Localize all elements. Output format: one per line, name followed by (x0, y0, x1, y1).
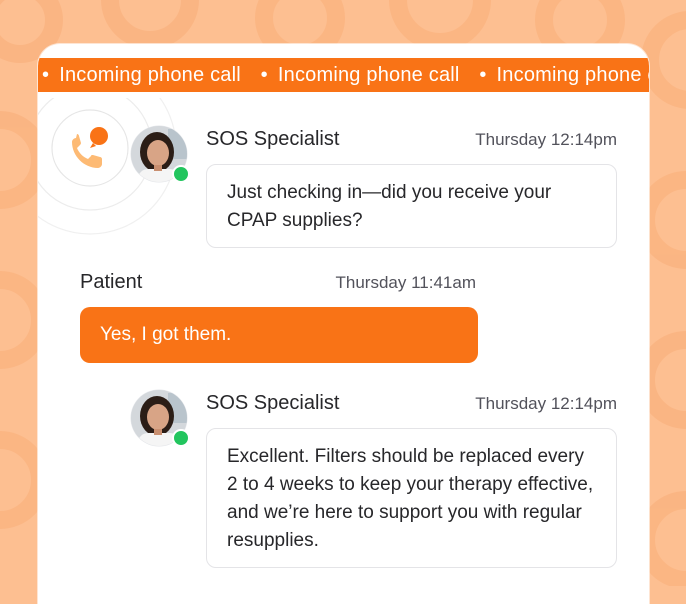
online-status-dot (172, 165, 190, 183)
message-bubble: Just checking in—did you receive your CP… (206, 164, 617, 248)
message-time: Thursday 12:14pm (475, 394, 617, 413)
message-bubble: Yes, I got them. (80, 307, 478, 363)
sender-name: Patient (80, 271, 143, 293)
ticker-text: Incoming phone call (59, 64, 241, 86)
sender-name: SOS Specialist (206, 128, 340, 150)
chat-card: • Incoming phone call • Incoming phone cal… (38, 44, 649, 604)
message-bubble: Excellent. Filters should be replaced ev… (206, 428, 617, 568)
avatar (130, 125, 190, 183)
ticker-text: Incoming phone call (277, 64, 460, 86)
message-time: Thursday 11:41am (335, 273, 476, 292)
message-time: Thursday 12:14pm (475, 130, 617, 149)
avatar (130, 389, 190, 447)
ticker-text: Incoming phone call (496, 64, 649, 86)
online-status-dot (172, 429, 190, 447)
sender-name: SOS Specialist (206, 392, 340, 414)
incoming-call-ticker: • Incoming phone call • Incoming phone cal… (38, 58, 649, 92)
